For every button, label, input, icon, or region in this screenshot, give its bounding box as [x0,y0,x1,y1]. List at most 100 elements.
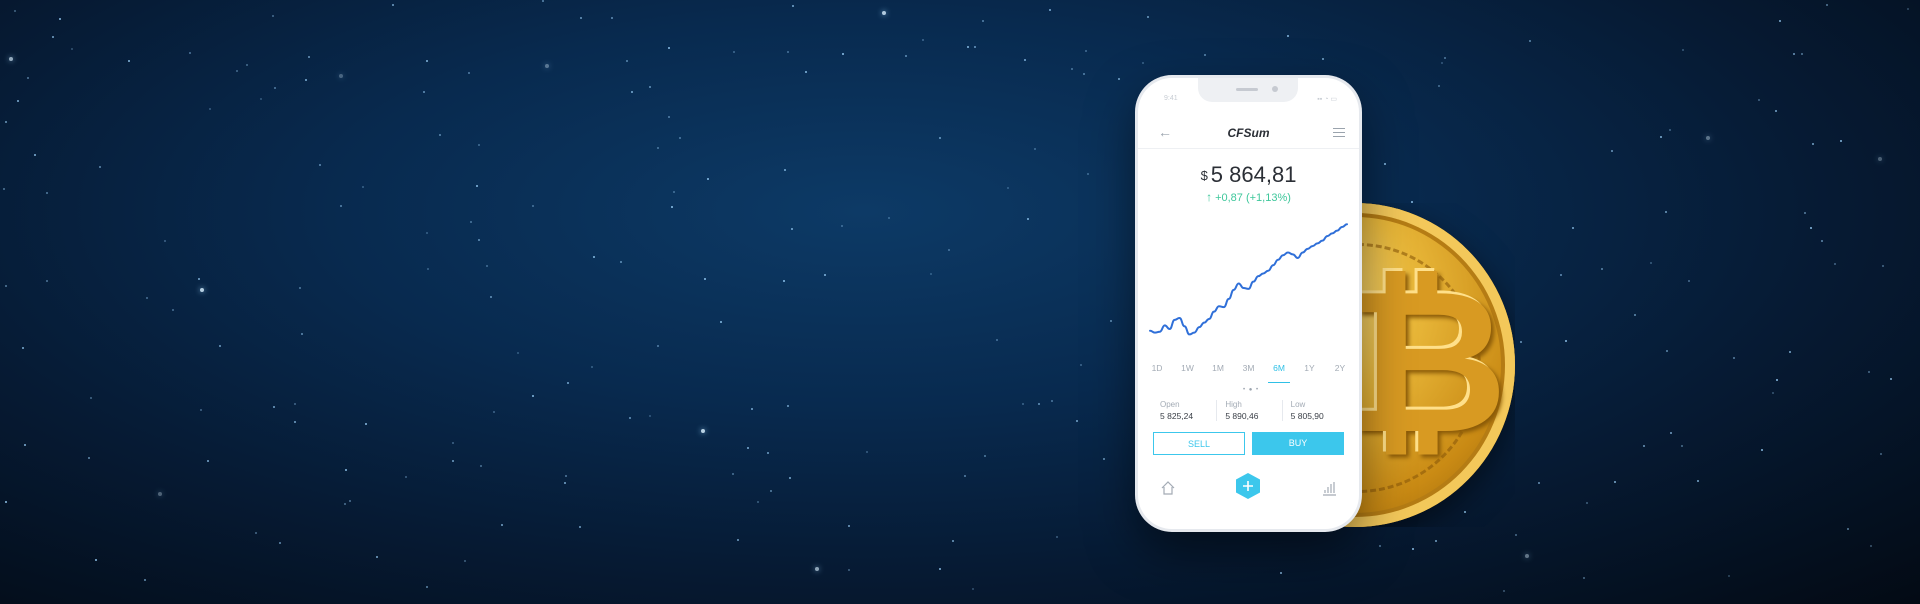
star-dot [207,460,209,462]
star-dot [1890,378,1892,380]
phone-notch [1198,78,1298,102]
star-dot [427,268,429,270]
star-dot [5,121,7,123]
star-dot [246,64,248,66]
star-dot [95,559,97,561]
range-tab-1y[interactable]: 1Y [1299,363,1321,383]
star-dot [5,501,7,503]
star-dot [1733,357,1735,359]
star-dot [1080,364,1082,366]
star-dot [1665,211,1667,213]
star-dot [478,239,480,241]
star-dot [770,490,772,492]
star-dot [1775,110,1777,112]
star-dot [423,91,425,93]
star-dot [532,205,534,207]
star-dot [365,423,367,425]
star-dot [668,47,670,49]
star-dot [787,51,789,53]
star-dot [158,492,162,496]
star-dot [1776,379,1778,381]
app-title: CFSum [1227,126,1270,140]
star-dot [349,500,351,502]
star-dot [480,465,482,467]
bitcoin-symbol-icon: ₿ [1345,246,1508,479]
star-dot [1412,548,1414,550]
star-dot [1322,58,1324,60]
star-dot [517,352,519,354]
star-dot [1697,480,1699,482]
star-dot [679,137,681,139]
star-dot [767,452,769,454]
star-dot [1076,420,1078,422]
star-dot [532,395,534,397]
star-dot [486,265,488,267]
star-dot [1878,157,1882,161]
home-icon[interactable] [1160,480,1176,496]
star-dot [22,347,24,349]
star-dot [308,56,310,58]
star-dot [468,72,470,74]
sell-button[interactable]: SELL [1153,432,1245,455]
star-dot [948,249,950,251]
star-dot [649,415,651,417]
star-dot [236,70,238,72]
star-dot [1804,212,1806,214]
range-tab-1d[interactable]: 1D [1146,363,1168,383]
star-dot [982,20,984,22]
star-dot [376,556,378,558]
star-dot [1670,432,1672,434]
star-dot [439,134,441,136]
buy-button[interactable]: BUY [1252,432,1344,455]
star-dot [668,116,670,118]
star-dot [1572,227,1574,229]
star-dot [88,457,90,459]
add-plus-button[interactable] [1234,472,1262,500]
star-dot [1022,403,1024,405]
star-dot [476,185,478,187]
star-dot [631,91,633,93]
star-dot [99,166,101,168]
star-dot [319,164,321,166]
star-dot [1810,227,1812,229]
price-line-chart [1149,223,1348,336]
range-tab-6m[interactable]: 6M [1268,363,1290,383]
star-dot [1758,99,1760,101]
star-dot [46,280,48,282]
bar-chart-icon[interactable] [1321,480,1337,496]
star-dot [882,11,886,15]
star-dot [5,285,7,287]
star-dot [1118,78,1120,80]
time-range-tabs: 1D 1W 1M 3M 6M 1Y 2Y [1146,363,1351,383]
range-tab-1m[interactable]: 1M [1207,363,1229,383]
range-tab-1w[interactable]: 1W [1177,363,1199,383]
star-dot [1669,129,1671,131]
star-dot [470,221,472,223]
star-dot [657,345,659,347]
star-dot [1110,320,1112,322]
star-dot [426,586,428,588]
star-dot [273,406,275,408]
price-change-value: +0,87 (+1,13%) [1215,192,1291,204]
range-tab-2y[interactable]: 2Y [1329,363,1351,383]
star-dot [1071,68,1073,70]
star-dot [1779,20,1781,22]
star-dot [792,5,794,7]
star-dot [1287,35,1289,37]
hamburger-menu-icon[interactable] [1333,125,1345,140]
star-dot [1706,136,1710,140]
star-dot [274,87,276,89]
range-tab-3m[interactable]: 3M [1238,363,1260,383]
star-dot [426,232,428,234]
star-dot [1688,280,1690,282]
star-dot [732,473,734,475]
star-dot [1682,49,1684,51]
star-dot [1441,62,1443,64]
star-dot [405,476,407,478]
star-dot [71,48,73,50]
star-dot [815,567,819,571]
stat-low-label: Low [1290,400,1306,409]
star-dot [14,10,16,12]
star-dot [452,442,454,444]
star-dot [974,46,976,48]
